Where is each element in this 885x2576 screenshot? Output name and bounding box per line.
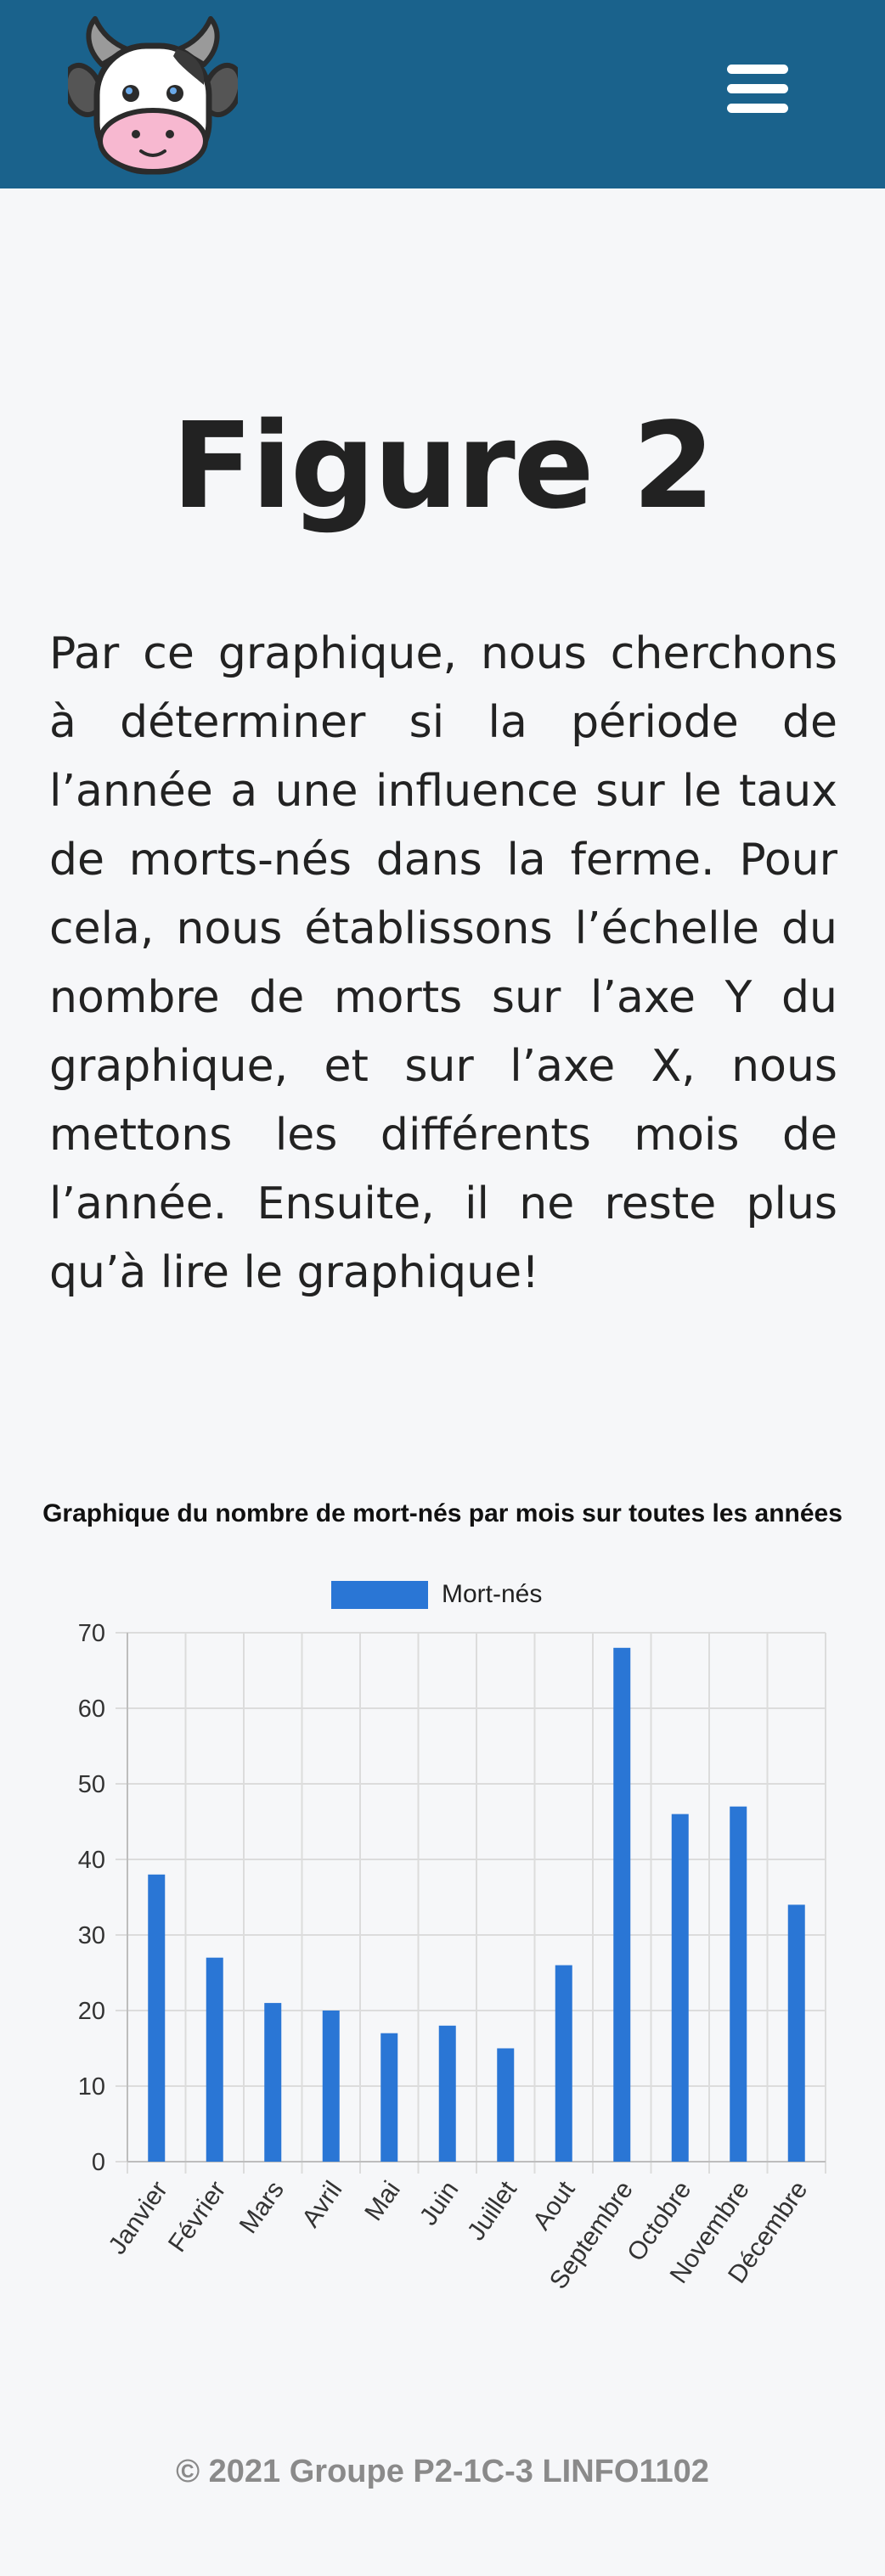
x-tick-label: Mai	[359, 2176, 406, 2226]
bar-février	[206, 1957, 223, 2162]
bar-aout	[555, 1965, 572, 2162]
x-tick-label: Avril	[296, 2176, 347, 2232]
bar-chart: 0 10 20 30 40 50 60 70 JanvierFévrier Mars Avril Ma…	[78, 1620, 826, 2294]
x-tick-label: Juillet	[462, 2176, 522, 2246]
cow-logo-icon[interactable]	[62, 15, 244, 177]
bar-septembre	[613, 1647, 631, 2162]
bar-octobre	[671, 1814, 689, 2162]
y-tick-label: 0	[92, 2149, 105, 2176]
y-tick-label: 10	[78, 2073, 105, 2101]
bar-novembre	[730, 1806, 747, 2162]
intro-paragraph: Par ce graphique, nous cherchons à déter…	[49, 628, 837, 1298]
y-tick-label: 50	[78, 1771, 105, 1798]
x-tick-label: Février	[163, 2176, 232, 2257]
bar-juillet	[497, 2048, 515, 2162]
bar-juin	[438, 2025, 456, 2162]
bar-janvier	[148, 1874, 166, 2162]
x-tick-label: Juin	[414, 2176, 465, 2230]
y-tick-label: 60	[78, 1696, 105, 1723]
top-navbar	[0, 0, 885, 188]
y-tick-label: 70	[78, 1620, 105, 1647]
y-tick-label: 30	[78, 1922, 105, 1949]
bar-avril	[322, 2011, 340, 2162]
x-tick-label: Mars	[234, 2176, 290, 2239]
footer-copyright: © 2021 Groupe P2-1C-3 LINFO1102	[176, 2454, 709, 2489]
bar-décembre	[787, 1904, 805, 2162]
bar-mars	[264, 2003, 282, 2162]
y-tick-label: 40	[78, 1847, 105, 1874]
page-title: Figure 2	[172, 397, 715, 536]
bar-mai	[380, 2033, 398, 2162]
x-tick-label: Aout	[527, 2176, 581, 2236]
chart-title: Graphique du nombre de mort-nés par mois…	[42, 1499, 843, 1527]
hamburger-menu-icon[interactable]	[724, 58, 792, 119]
y-tick-label: 20	[78, 1998, 105, 2025]
x-tick-label: Janvier	[103, 2176, 173, 2259]
